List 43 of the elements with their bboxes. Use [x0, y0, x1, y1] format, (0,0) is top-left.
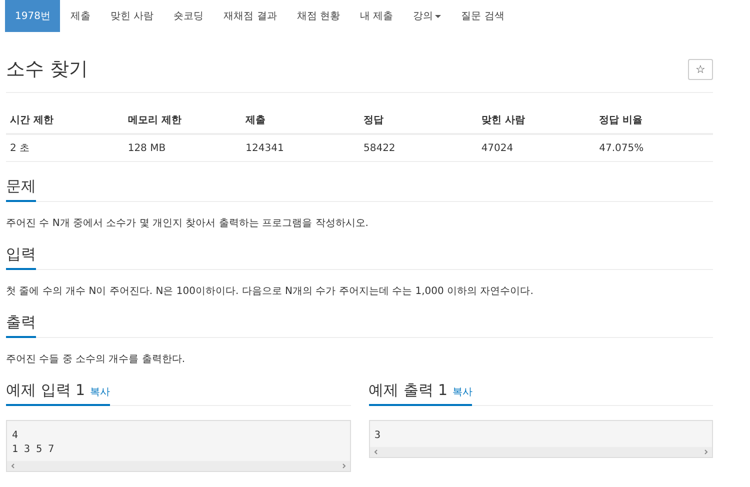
sample-title: 예제 입력 1 — [6, 381, 86, 399]
nav-tab[interactable]: 내 제출 — [350, 0, 404, 32]
section-heading: 입력 — [6, 245, 36, 270]
code-line: 4 — [12, 429, 20, 443]
nav-tab[interactable]: 숏코딩 — [164, 0, 214, 32]
column-header: 정답 비율 — [595, 107, 713, 134]
table-cell: 58422 — [359, 134, 478, 162]
scroll-right-icon[interactable] — [703, 449, 709, 455]
column-header: 시간 제한 — [6, 107, 124, 134]
column-header: 메모리 제한 — [124, 107, 242, 134]
nav-tab[interactable]: 채점 현황 — [286, 0, 350, 32]
column-header: 정답 — [359, 107, 478, 134]
table-cell: 2 초 — [6, 134, 124, 162]
scrollbar[interactable] — [370, 447, 712, 457]
code-line: 1 3 5 7 — [12, 443, 56, 457]
table-cell: 128 MB — [124, 134, 242, 162]
copy-link[interactable]: 복사 — [90, 387, 110, 398]
section-text: 첫 줄에 수의 개수 N이 주어진다. N은 100이하이다. 다음으로 N개의 수가 주어지는데 수는 1,000 이하의 자연수이다. — [6, 285, 534, 298]
sample-title: 예제 출력 1 — [368, 381, 448, 399]
scroll-left-icon[interactable] — [10, 463, 16, 469]
table-cell: 47.075% — [595, 134, 713, 162]
column-header: 맞힌 사람 — [477, 107, 596, 134]
section-heading: 문제 — [6, 177, 36, 202]
table-cell: 47024 — [477, 134, 596, 162]
nav-tab[interactable]: 제출 — [60, 0, 100, 32]
scrollbar[interactable] — [7, 461, 350, 471]
column-header: 제출 — [242, 107, 360, 134]
scroll-right-icon[interactable] — [340, 463, 346, 469]
nav-tab[interactable]: 강의 — [403, 0, 452, 32]
nav-tab[interactable]: 1978번 — [5, 0, 60, 32]
problem-title: 소수 찾기 — [6, 57, 88, 82]
caret-icon — [435, 14, 442, 18]
nav-tab[interactable]: 재채점 결과 — [214, 0, 287, 32]
nav-tab[interactable]: 질문 검색 — [451, 0, 514, 32]
section-text: 주어진 수들 중 소수의 개수를 출력한다. — [6, 353, 186, 366]
section-heading: 출력 — [6, 313, 36, 338]
scroll-left-icon[interactable] — [372, 449, 378, 455]
star-button[interactable]: ☆ — [688, 58, 713, 80]
table-cell: 124341 — [242, 134, 360, 162]
code-line: 3 — [374, 429, 382, 443]
copy-link[interactable]: 복사 — [452, 387, 472, 398]
nav-tab[interactable]: 맞힌 사람 — [100, 0, 164, 32]
section-text: 주어진 수 N개 중에서 소수가 몇 개인지 찾아서 출력하는 프로그램을 작성하시오. — [6, 217, 370, 230]
